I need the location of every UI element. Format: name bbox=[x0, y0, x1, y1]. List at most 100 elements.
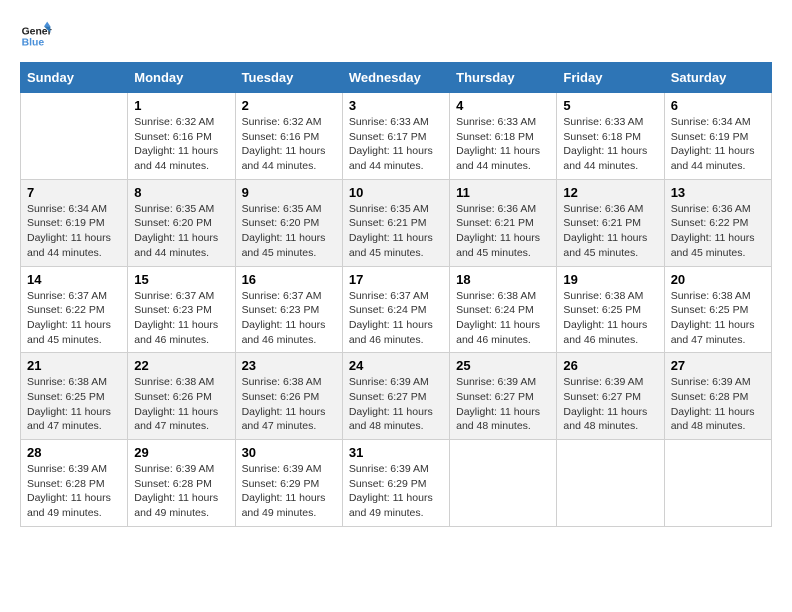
day-info: Sunrise: 6:38 AM Sunset: 6:26 PM Dayligh… bbox=[134, 375, 228, 434]
day-info: Sunrise: 6:38 AM Sunset: 6:25 PM Dayligh… bbox=[671, 289, 765, 348]
day-number: 24 bbox=[349, 358, 443, 373]
calendar-cell: 3 Sunrise: 6:33 AM Sunset: 6:17 PM Daylig… bbox=[342, 93, 449, 180]
calendar-cell: 8 Sunrise: 6:35 AM Sunset: 6:20 PM Daylig… bbox=[128, 179, 235, 266]
weekday-header-sunday: Sunday bbox=[21, 63, 128, 93]
calendar-cell: 11 Sunrise: 6:36 AM Sunset: 6:21 PM Dayli… bbox=[450, 179, 557, 266]
day-info: Sunrise: 6:38 AM Sunset: 6:25 PM Dayligh… bbox=[563, 289, 657, 348]
calendar-cell bbox=[557, 440, 664, 527]
day-number: 13 bbox=[671, 185, 765, 200]
day-number: 21 bbox=[27, 358, 121, 373]
day-number: 1 bbox=[134, 98, 228, 113]
day-number: 5 bbox=[563, 98, 657, 113]
day-number: 29 bbox=[134, 445, 228, 460]
svg-text:Blue: Blue bbox=[22, 38, 45, 49]
calendar-cell: 13 Sunrise: 6:36 AM Sunset: 6:22 PM Dayli… bbox=[664, 179, 771, 266]
day-number: 7 bbox=[27, 185, 121, 200]
day-number: 30 bbox=[242, 445, 336, 460]
day-number: 14 bbox=[27, 272, 121, 287]
day-info: Sunrise: 6:39 AM Sunset: 6:29 PM Dayligh… bbox=[242, 462, 336, 521]
day-info: Sunrise: 6:34 AM Sunset: 6:19 PM Dayligh… bbox=[27, 202, 121, 261]
day-info: Sunrise: 6:32 AM Sunset: 6:16 PM Dayligh… bbox=[242, 115, 336, 174]
day-info: Sunrise: 6:39 AM Sunset: 6:28 PM Dayligh… bbox=[134, 462, 228, 521]
calendar-cell: 15 Sunrise: 6:37 AM Sunset: 6:23 PM Dayli… bbox=[128, 266, 235, 353]
day-number: 23 bbox=[242, 358, 336, 373]
calendar-cell bbox=[664, 440, 771, 527]
weekday-header-friday: Friday bbox=[557, 63, 664, 93]
day-info: Sunrise: 6:36 AM Sunset: 6:22 PM Dayligh… bbox=[671, 202, 765, 261]
day-info: Sunrise: 6:37 AM Sunset: 6:23 PM Dayligh… bbox=[242, 289, 336, 348]
day-number: 2 bbox=[242, 98, 336, 113]
calendar-cell: 2 Sunrise: 6:32 AM Sunset: 6:16 PM Daylig… bbox=[235, 93, 342, 180]
calendar-cell: 19 Sunrise: 6:38 AM Sunset: 6:25 PM Dayli… bbox=[557, 266, 664, 353]
calendar-cell: 5 Sunrise: 6:33 AM Sunset: 6:18 PM Daylig… bbox=[557, 93, 664, 180]
calendar-cell: 29 Sunrise: 6:39 AM Sunset: 6:28 PM Dayli… bbox=[128, 440, 235, 527]
day-info: Sunrise: 6:35 AM Sunset: 6:21 PM Dayligh… bbox=[349, 202, 443, 261]
day-info: Sunrise: 6:35 AM Sunset: 6:20 PM Dayligh… bbox=[242, 202, 336, 261]
weekday-header-saturday: Saturday bbox=[664, 63, 771, 93]
calendar-cell: 30 Sunrise: 6:39 AM Sunset: 6:29 PM Dayli… bbox=[235, 440, 342, 527]
weekday-header-thursday: Thursday bbox=[450, 63, 557, 93]
day-info: Sunrise: 6:39 AM Sunset: 6:28 PM Dayligh… bbox=[27, 462, 121, 521]
day-info: Sunrise: 6:38 AM Sunset: 6:26 PM Dayligh… bbox=[242, 375, 336, 434]
calendar-cell: 7 Sunrise: 6:34 AM Sunset: 6:19 PM Daylig… bbox=[21, 179, 128, 266]
day-number: 22 bbox=[134, 358, 228, 373]
day-number: 4 bbox=[456, 98, 550, 113]
day-info: Sunrise: 6:33 AM Sunset: 6:17 PM Dayligh… bbox=[349, 115, 443, 174]
logo-icon: General Blue bbox=[20, 20, 52, 52]
day-number: 31 bbox=[349, 445, 443, 460]
day-number: 19 bbox=[563, 272, 657, 287]
day-number: 3 bbox=[349, 98, 443, 113]
day-number: 6 bbox=[671, 98, 765, 113]
day-number: 9 bbox=[242, 185, 336, 200]
calendar-cell bbox=[21, 93, 128, 180]
calendar-week-row: 7 Sunrise: 6:34 AM Sunset: 6:19 PM Daylig… bbox=[21, 179, 772, 266]
day-info: Sunrise: 6:38 AM Sunset: 6:25 PM Dayligh… bbox=[27, 375, 121, 434]
calendar-cell: 9 Sunrise: 6:35 AM Sunset: 6:20 PM Daylig… bbox=[235, 179, 342, 266]
day-number: 28 bbox=[27, 445, 121, 460]
day-number: 8 bbox=[134, 185, 228, 200]
calendar-cell: 22 Sunrise: 6:38 AM Sunset: 6:26 PM Dayli… bbox=[128, 353, 235, 440]
day-info: Sunrise: 6:39 AM Sunset: 6:27 PM Dayligh… bbox=[456, 375, 550, 434]
calendar-cell: 26Sunrise: 6:39 AM Sunset: 6:27 PM Dayli… bbox=[557, 353, 664, 440]
day-info: Sunrise: 6:36 AM Sunset: 6:21 PM Dayligh… bbox=[563, 202, 657, 261]
calendar-cell: 28 Sunrise: 6:39 AM Sunset: 6:28 PM Dayli… bbox=[21, 440, 128, 527]
day-info: Sunrise: 6:33 AM Sunset: 6:18 PM Dayligh… bbox=[456, 115, 550, 174]
calendar-week-row: 1 Sunrise: 6:32 AM Sunset: 6:16 PM Daylig… bbox=[21, 93, 772, 180]
calendar-week-row: 21 Sunrise: 6:38 AM Sunset: 6:25 PM Dayli… bbox=[21, 353, 772, 440]
day-number: 17 bbox=[349, 272, 443, 287]
day-info: Sunrise: 6:34 AM Sunset: 6:19 PM Dayligh… bbox=[671, 115, 765, 174]
weekday-header-tuesday: Tuesday bbox=[235, 63, 342, 93]
calendar-cell: 24 Sunrise: 6:39 AM Sunset: 6:27 PM Dayli… bbox=[342, 353, 449, 440]
logo: General Blue bbox=[20, 20, 52, 52]
day-number: 15 bbox=[134, 272, 228, 287]
day-number: 16 bbox=[242, 272, 336, 287]
calendar-cell bbox=[450, 440, 557, 527]
day-info: Sunrise: 6:37 AM Sunset: 6:22 PM Dayligh… bbox=[27, 289, 121, 348]
day-info: Sunrise: 6:37 AM Sunset: 6:24 PM Dayligh… bbox=[349, 289, 443, 348]
day-info: Sunrise: 6:35 AM Sunset: 6:20 PM Dayligh… bbox=[134, 202, 228, 261]
calendar-cell: 16 Sunrise: 6:37 AM Sunset: 6:23 PM Dayli… bbox=[235, 266, 342, 353]
day-number: 18 bbox=[456, 272, 550, 287]
calendar-cell: 23 Sunrise: 6:38 AM Sunset: 6:26 PM Dayli… bbox=[235, 353, 342, 440]
weekday-header-row: SundayMondayTuesdayWednesdayThursdayFrid… bbox=[21, 63, 772, 93]
day-number: 11 bbox=[456, 185, 550, 200]
calendar-cell: 31 Sunrise: 6:39 AM Sunset: 6:29 PM Dayli… bbox=[342, 440, 449, 527]
calendar-cell: 10 Sunrise: 6:35 AM Sunset: 6:21 PM Dayli… bbox=[342, 179, 449, 266]
calendar-cell: 1Sunrise: 6:32 AM Sunset: 6:16 PM Daylig… bbox=[128, 93, 235, 180]
calendar-cell: 4 Sunrise: 6:33 AM Sunset: 6:18 PM Daylig… bbox=[450, 93, 557, 180]
day-number: 10 bbox=[349, 185, 443, 200]
calendar-cell: 17 Sunrise: 6:37 AM Sunset: 6:24 PM Dayli… bbox=[342, 266, 449, 353]
day-info: Sunrise: 6:36 AM Sunset: 6:21 PM Dayligh… bbox=[456, 202, 550, 261]
day-info: Sunrise: 6:39 AM Sunset: 6:27 PM Dayligh… bbox=[349, 375, 443, 434]
day-info: Sunrise: 6:37 AM Sunset: 6:23 PM Dayligh… bbox=[134, 289, 228, 348]
day-info: Sunrise: 6:39 AM Sunset: 6:29 PM Dayligh… bbox=[349, 462, 443, 521]
calendar-cell: 18Sunrise: 6:38 AM Sunset: 6:24 PM Dayli… bbox=[450, 266, 557, 353]
calendar-cell: 6 Sunrise: 6:34 AM Sunset: 6:19 PM Daylig… bbox=[664, 93, 771, 180]
day-number: 27 bbox=[671, 358, 765, 373]
day-info: Sunrise: 6:33 AM Sunset: 6:18 PM Dayligh… bbox=[563, 115, 657, 174]
calendar-week-row: 28 Sunrise: 6:39 AM Sunset: 6:28 PM Dayli… bbox=[21, 440, 772, 527]
calendar-cell: 27Sunrise: 6:39 AM Sunset: 6:28 PM Dayli… bbox=[664, 353, 771, 440]
day-number: 26 bbox=[563, 358, 657, 373]
calendar-cell: 20Sunrise: 6:38 AM Sunset: 6:25 PM Dayli… bbox=[664, 266, 771, 353]
calendar-cell: 21 Sunrise: 6:38 AM Sunset: 6:25 PM Dayli… bbox=[21, 353, 128, 440]
